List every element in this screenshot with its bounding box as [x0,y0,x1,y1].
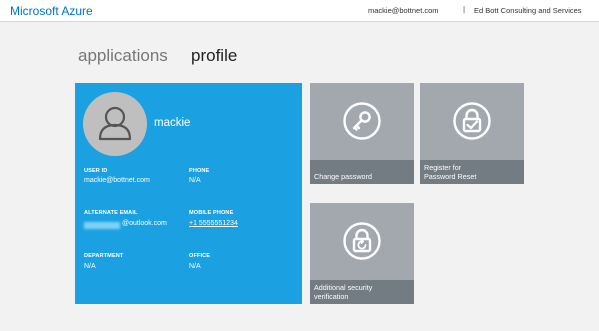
signed-in-user[interactable]: mackie@bottnet.com [368,6,439,15]
lock-check-icon [453,102,491,140]
department-value: N/A [84,263,96,270]
avatar [83,92,147,156]
alternate-email-value: @outlook.com [122,220,167,227]
department-label: DEPARTMENT [84,253,124,259]
profile-name: mackie [154,117,191,129]
redacted-email-blur [84,222,120,229]
person-icon [98,106,132,141]
mobile-phone-label: MOBILE PHONE [189,210,234,216]
alternate-email-label: ALTERNATE EMAIL [84,210,138,216]
top-bar: Microsoft Azure mackie@bottnet.com | Ed … [0,0,599,22]
header-separator: | [463,5,466,14]
tile-label-band: Additional security verification [310,280,414,304]
user-id-value: mackie@bottnet.com [84,177,150,184]
tile-label-band: Register for Password Reset [420,160,524,184]
organization-name: Ed Bott Consulting and Services [474,6,582,15]
tile-label-band: Change password [310,160,414,184]
user-id-label: USER ID [84,168,108,174]
phone-label: PHONE [189,168,210,174]
additional-verification-label-line1: Additional security [314,283,373,292]
additional-verification-label-line2: verification [314,292,349,301]
register-reset-label-line1: Register for [424,163,462,172]
office-label: OFFICE [189,253,211,259]
office-value: N/A [189,263,201,270]
register-password-reset-tile[interactable]: Register for Password Reset [420,83,524,184]
tab-profile[interactable]: profile [191,46,237,66]
phone-value: N/A [189,177,201,184]
change-password-tile[interactable]: Change password [310,83,414,184]
tab-applications[interactable]: applications [78,46,168,66]
profile-card: mackie USER ID mackie@bottnet.com PHONE … [75,83,302,304]
key-icon [343,102,381,140]
lock-refresh-icon [343,222,381,260]
change-password-label: Change password [314,172,372,181]
register-reset-label-line2: Password Reset [424,172,477,181]
mobile-phone-link[interactable]: +1 5555551234 [189,220,238,227]
brand-logo[interactable]: Microsoft Azure [10,4,93,18]
additional-security-verification-tile[interactable]: Additional security verification [310,203,414,304]
